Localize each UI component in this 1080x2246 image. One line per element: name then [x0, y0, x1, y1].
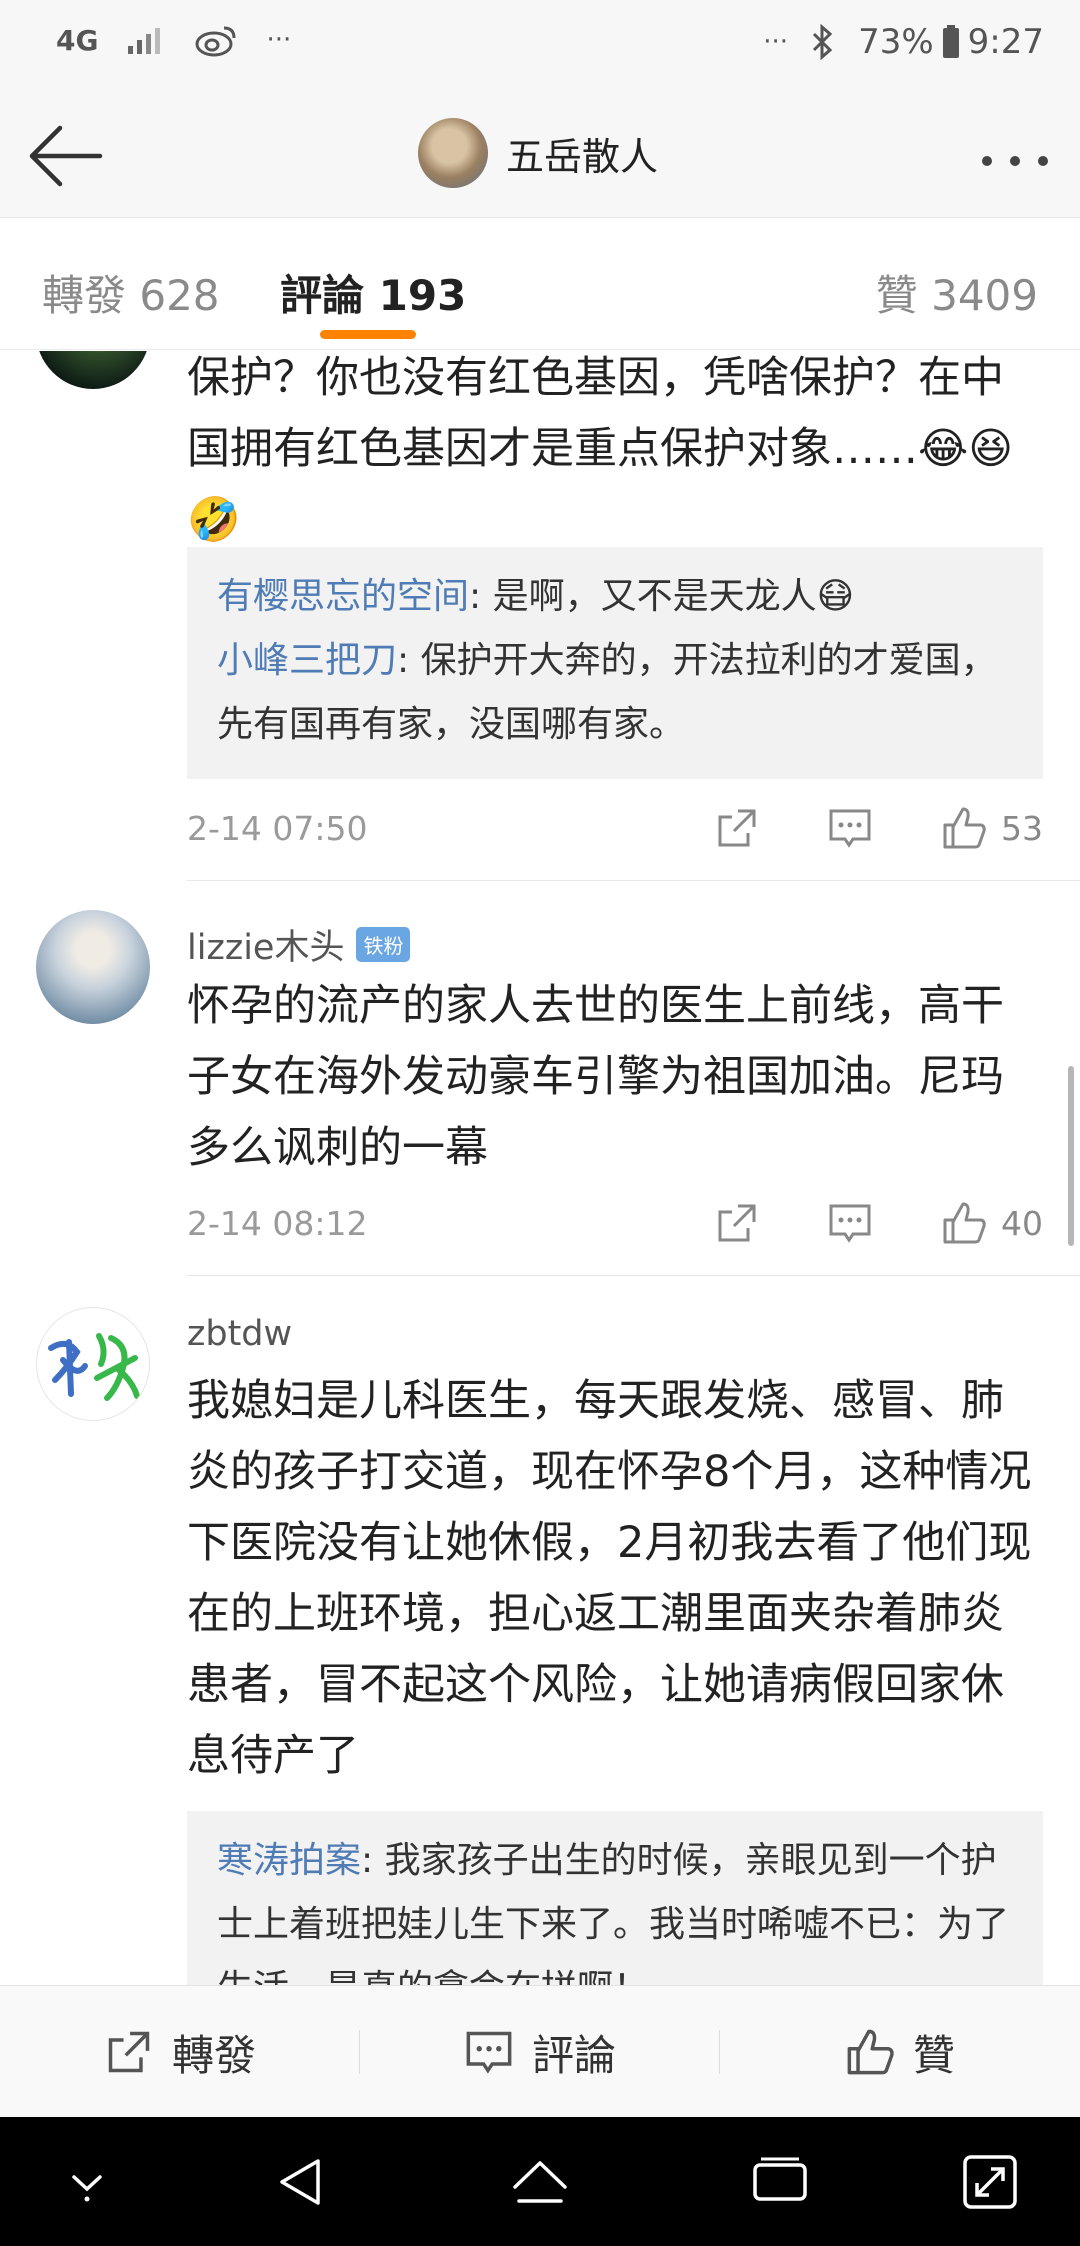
scrollbar[interactable] — [1068, 1066, 1074, 1246]
reply-box[interactable]: 寒涛拍案: 我家孩子出生的时候，亲眼见到一个护士上着班把娃儿生下来了。我当时唏嘘… — [187, 1811, 1043, 1985]
like-count: 40 — [1001, 1203, 1043, 1243]
tab-likes[interactable]: 贊 3409 — [876, 262, 1038, 323]
author-avatar[interactable] — [418, 118, 488, 188]
bottom-action-bar: 轉發 評論 贊 — [0, 1985, 1080, 2117]
like-button[interactable]: 40 — [941, 1200, 1043, 1246]
comment-meta: 2-14 07:50 53 — [187, 799, 1043, 859]
hide-keyboard-icon[interactable] — [52, 2147, 122, 2217]
system-navigation-bar — [0, 2117, 1080, 2246]
reply-author[interactable]: 小峰三把刀 — [217, 640, 397, 681]
back-nav-icon[interactable] — [266, 2147, 336, 2217]
reply-item: 有樱思忘的空间: 是啊，又不是天龙人😷 — [217, 565, 1013, 629]
top-nav-bar: 五岳散人 — [0, 92, 1080, 218]
battery-percent: 73% — [858, 22, 934, 62]
comment-icon — [466, 2031, 512, 2074]
share-icon[interactable] — [714, 805, 760, 851]
home-nav-icon[interactable] — [505, 2147, 575, 2217]
comment-text: 我媳妇是儿科医生，每天跟发烧、感冒、肺炎的孩子打交道，现在怀孕8个月，这种情况下… — [187, 1376, 1032, 1781]
clock: 9:27 — [967, 22, 1044, 62]
signal-icon — [126, 24, 166, 56]
page-title: 五岳散人 — [506, 134, 659, 179]
tab-reposts[interactable]: 轉發 628 — [42, 262, 220, 323]
comment-meta: 2-14 08:12 40 — [187, 1194, 1043, 1254]
comment-username-row: zbtdw — [187, 1314, 292, 1354]
back-button[interactable] — [26, 116, 110, 196]
comment-username[interactable]: lizzie木头 — [187, 919, 344, 970]
share-icon[interactable] — [714, 1200, 760, 1246]
tab-comments[interactable]: 評論 193 — [280, 262, 466, 323]
battery-icon — [942, 25, 960, 59]
network-indicator: 4G — [56, 23, 99, 57]
commenter-avatar[interactable] — [36, 910, 150, 1024]
comment-text: 保护？你也没有红色基因，凭啥保护？在中国拥有红色基因才是重点保护对象……😂😆🤣 — [187, 353, 1014, 545]
comment-text: 怀孕的流产的家人去世的医生上前线，高干子女在海外发动豪车引擎为祖国加油。尼玛多么… — [187, 981, 1004, 1173]
status-bar: 4G ··· ··· 73% 9:27 — [0, 0, 1080, 92]
recent-apps-icon[interactable] — [745, 2147, 815, 2217]
commenter-avatar[interactable] — [36, 1307, 150, 1421]
like-label: 贊 — [912, 2030, 955, 2080]
reply-author[interactable]: 有樱思忘的空间 — [217, 576, 469, 617]
status-ellipsis-right: ··· — [763, 27, 789, 57]
comment-label: 評論 — [531, 2030, 616, 2080]
divider — [187, 1275, 1080, 1276]
comment-button[interactable]: 評論 — [360, 1986, 720, 2118]
fan-badge: 铁粉 — [356, 927, 411, 962]
comment-username[interactable]: zbtdw — [187, 1314, 292, 1354]
reply-item: 寒涛拍案: 我家孩子出生的时候，亲眼见到一个护士上着班把娃儿生下来了。我当时唏嘘… — [217, 1829, 1013, 1985]
reply-author[interactable]: 寒涛拍案 — [217, 1840, 361, 1881]
reply-icon[interactable] — [827, 1200, 873, 1246]
like-count: 53 — [1001, 808, 1043, 848]
repost-label: 轉發 — [171, 2030, 256, 2080]
status-ellipsis-left: ··· — [266, 25, 292, 55]
thumbs-up-icon — [943, 807, 986, 849]
expand-icon[interactable] — [955, 2147, 1025, 2217]
comment-time: 2-14 07:50 — [187, 809, 368, 848]
repost-button[interactable]: 轉發 — [0, 1986, 360, 2118]
bluetooth-icon — [810, 24, 836, 60]
more-dots-icon — [982, 156, 1048, 166]
weibo-icon — [194, 22, 238, 58]
profile-header[interactable]: 五岳散人 — [418, 118, 658, 188]
back-arrow-icon — [29, 125, 103, 187]
comment-username-row: lizzie木头 铁粉 — [187, 919, 411, 970]
more-options-button[interactable] — [980, 132, 1050, 178]
reply-box[interactable]: 有樱思忘的空间: 是啊，又不是天龙人😷 小峰三把刀: 保护开大奔的，开法拉利的才… — [187, 547, 1043, 779]
reply-text: : 是啊，又不是天龙人😷 — [469, 576, 855, 617]
commenter-avatar[interactable] — [36, 351, 150, 389]
comment-feed[interactable]: 保护？你也没有红色基因，凭啥保护？在中国拥有红色基因才是重点保护对象……😂😆🤣 … — [0, 351, 1080, 1985]
tab-bar: 轉發 628 評論 193 贊 3409 — [0, 218, 1080, 350]
active-tab-indicator — [320, 330, 416, 339]
thumbs-up-icon — [943, 1202, 986, 1244]
thumbs-up-icon — [847, 2029, 894, 2075]
comment-time: 2-14 08:12 — [187, 1204, 368, 1243]
reply-icon[interactable] — [827, 805, 873, 851]
reply-item: 小峰三把刀: 保护开大奔的，开法拉利的才爱国，先有国再有家，没国哪有家。 — [217, 629, 1013, 757]
calligraphy-avatar-image — [48, 1333, 140, 1401]
like-post-button[interactable]: 贊 — [720, 1986, 1080, 2118]
like-button[interactable]: 53 — [941, 805, 1043, 851]
repost-icon — [108, 2031, 150, 2073]
divider — [187, 880, 1080, 881]
